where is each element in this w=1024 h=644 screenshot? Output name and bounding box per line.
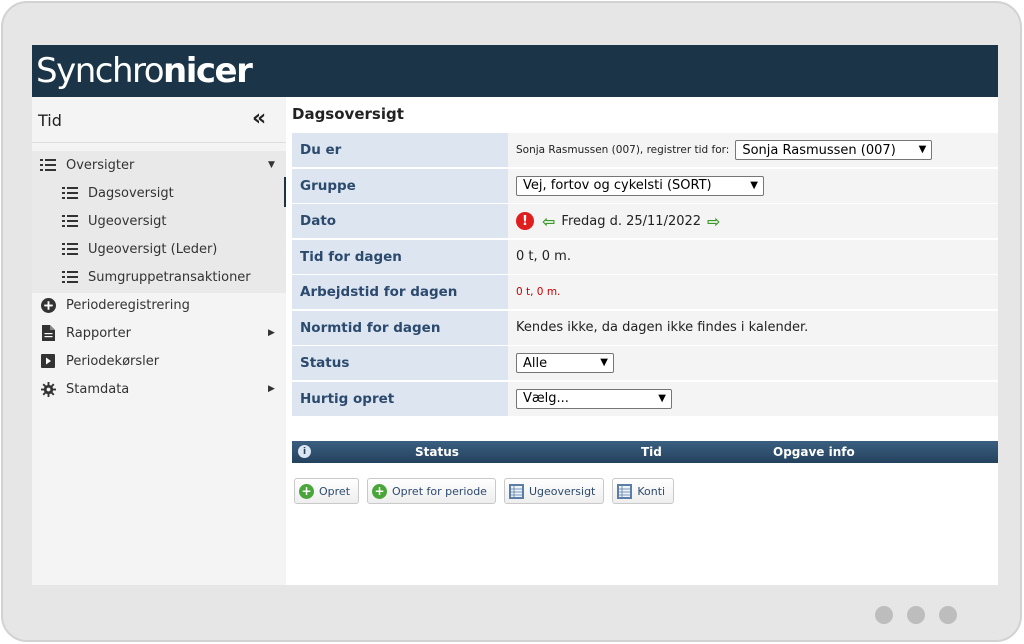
row-normtid: Normtid for dagen Kendes ikke, da dagen … <box>292 310 998 345</box>
main-content: Dagsoversigt Du er Sonja Rasmussen (007)… <box>286 97 998 585</box>
list-icon <box>62 185 78 201</box>
sidebar-item-label: Rapporter <box>66 325 131 341</box>
list-icon <box>62 269 78 285</box>
quick-create-select[interactable]: Vælg... ▼ <box>516 388 672 409</box>
sidebar-item-rapporter[interactable]: Rapporter ▶ <box>32 319 286 347</box>
list-icon <box>62 213 78 229</box>
sidebar-item-periodekorsler[interactable]: Periodekørsler <box>32 347 286 375</box>
device-indicator-dots <box>875 606 957 624</box>
previous-day-arrow-icon[interactable]: ⇦ <box>542 212 555 231</box>
chevron-down-icon: ▼ <box>658 392 666 404</box>
column-header-tid[interactable]: Tid <box>641 445 662 459</box>
konti-button[interactable]: Konti <box>612 478 675 504</box>
device-frame: Synchronicer Tid « Oversigter ▼ Dagsover… <box>1 1 1022 642</box>
action-buttons: + Opret + Opret for periode Ugeoversigt <box>294 478 675 504</box>
column-header-opgave-info[interactable]: Opgave info <box>773 445 855 459</box>
indicator-dot <box>875 606 893 624</box>
top-bar: Synchronicer <box>32 45 998 97</box>
document-icon <box>40 325 56 341</box>
add-icon: + <box>372 483 388 499</box>
row-value: ! ⇦ Fredag d. 25/11/2022 ⇨ <box>508 204 998 238</box>
sidebar-item-label: Periodekørsler <box>66 353 160 369</box>
status-select[interactable]: Alle ▼ <box>516 353 614 373</box>
add-icon: + <box>299 483 314 499</box>
date-value: Fredag d. 25/11/2022 <box>561 213 702 229</box>
sidebar-item-label: Oversigter <box>66 157 135 173</box>
sidebar-item-ugeoversigt-leder[interactable]: Ugeoversigt (Leder) <box>32 235 286 263</box>
sidebar-item-label: Dagsoversigt <box>88 185 174 201</box>
sidebar-item-label: Ugeoversigt (Leder) <box>88 241 218 257</box>
row-arbejdstid: Arbejdstid for dagen 0 t, 0 m. <box>292 275 998 309</box>
sidebar-header: Tid « <box>32 97 286 143</box>
row-hurtig-opret: Hurtig opret Vælg... ▼ <box>292 381 998 416</box>
row-value: Vej, fortov og cykelsti (SORT) ▼ <box>508 168 998 203</box>
employee-select[interactable]: Sonja Rasmussen (007) ▼ <box>735 140 933 160</box>
page-title: Dagsoversigt <box>292 105 404 123</box>
row-label: Hurtig opret <box>292 381 508 416</box>
row-label: Du er <box>292 133 508 167</box>
row-tid-for-dagen: Tid for dagen 0 t, 0 m. <box>292 239 998 274</box>
row-value: Alle ▼ <box>508 346 998 380</box>
opret-button[interactable]: + Opret <box>294 478 360 504</box>
row-value: Kendes ikke, da dagen ikke findes i kale… <box>508 310 998 345</box>
sidebar: Tid « Oversigter ▼ Dagsoversigt Ugeovers… <box>32 97 286 585</box>
row-status: Status Alle ▼ <box>292 346 998 380</box>
opret-for-periode-button[interactable]: + Opret for periode <box>367 478 496 504</box>
collapse-sidebar-icon[interactable]: « <box>252 108 266 130</box>
indicator-dot <box>939 606 957 624</box>
chevron-down-icon: ▼ <box>600 357 608 368</box>
sidebar-item-stamdata[interactable]: Stamdata ▶ <box>32 375 286 403</box>
sidebar-item-ugeoversigt[interactable]: Ugeoversigt <box>32 207 286 235</box>
row-label: Status <box>292 346 508 380</box>
gear-icon <box>40 381 56 397</box>
plus-circle-icon <box>40 297 56 313</box>
table-icon <box>617 483 633 499</box>
alert-icon: ! <box>516 212 534 230</box>
sidebar-item-label: Ugeoversigt <box>88 213 167 229</box>
registrations-grid-header: i Status Tid Opgave info <box>292 441 998 463</box>
row-label: Gruppe <box>292 168 508 203</box>
column-header-status[interactable]: Status <box>415 445 459 459</box>
list-icon <box>40 157 56 173</box>
chevron-down-icon: ▼ <box>918 144 927 155</box>
row-label: Tid for dagen <box>292 239 508 274</box>
next-day-arrow-icon[interactable]: ⇨ <box>707 212 720 231</box>
row-label: Dato <box>292 204 508 238</box>
info-icon[interactable]: i <box>298 445 311 458</box>
table-icon <box>508 483 524 499</box>
row-dato: Dato ! ⇦ Fredag d. 25/11/2022 ⇨ <box>292 204 998 238</box>
app-logo[interactable]: Synchronicer <box>36 49 253 93</box>
play-icon <box>40 353 56 369</box>
sidebar-item-perioderegistrering[interactable]: Perioderegistrering <box>32 291 286 319</box>
sidebar-title: Tid <box>38 111 62 130</box>
sidebar-item-sumgruppetransaktioner[interactable]: Sumgruppetransaktioner <box>32 263 286 291</box>
sidebar-item-label: Sumgruppetransaktioner <box>88 269 251 285</box>
chevron-down-icon: ▼ <box>750 179 758 191</box>
row-du-er: Du er Sonja Rasmussen (007), registrer t… <box>292 133 998 167</box>
registrant-text: Sonja Rasmussen (007), registrer tid for… <box>516 144 730 156</box>
caret-right-icon: ▶ <box>268 328 275 338</box>
work-time-value: 0 t, 0 m. <box>516 286 561 298</box>
ugeoversigt-button[interactable]: Ugeoversigt <box>503 478 605 504</box>
caret-right-icon: ▶ <box>268 384 275 394</box>
caret-down-icon: ▼ <box>268 160 275 170</box>
row-value: Vælg... ▼ <box>508 381 998 416</box>
row-label: Normtid for dagen <box>292 310 508 345</box>
row-value: Sonja Rasmussen (007), registrer tid for… <box>508 133 998 167</box>
group-select[interactable]: Vej, fortov og cykelsti (SORT) ▼ <box>516 175 764 196</box>
day-overview-form: Du er Sonja Rasmussen (007), registrer t… <box>292 133 998 417</box>
sidebar-item-label: Perioderegistrering <box>66 297 190 313</box>
row-label: Arbejdstid for dagen <box>292 275 508 309</box>
row-value: 0 t, 0 m. <box>508 275 998 309</box>
row-gruppe: Gruppe Vej, fortov og cykelsti (SORT) ▼ <box>292 168 998 203</box>
sidebar-item-label: Stamdata <box>66 381 130 397</box>
sidebar-item-oversigter[interactable]: Oversigter ▼ <box>32 151 286 179</box>
indicator-dot <box>907 606 925 624</box>
row-value: 0 t, 0 m. <box>508 239 998 274</box>
app-screen: Synchronicer Tid « Oversigter ▼ Dagsover… <box>32 45 998 585</box>
sidebar-item-dagsoversigt[interactable]: Dagsoversigt <box>32 179 286 207</box>
list-icon <box>62 241 78 257</box>
